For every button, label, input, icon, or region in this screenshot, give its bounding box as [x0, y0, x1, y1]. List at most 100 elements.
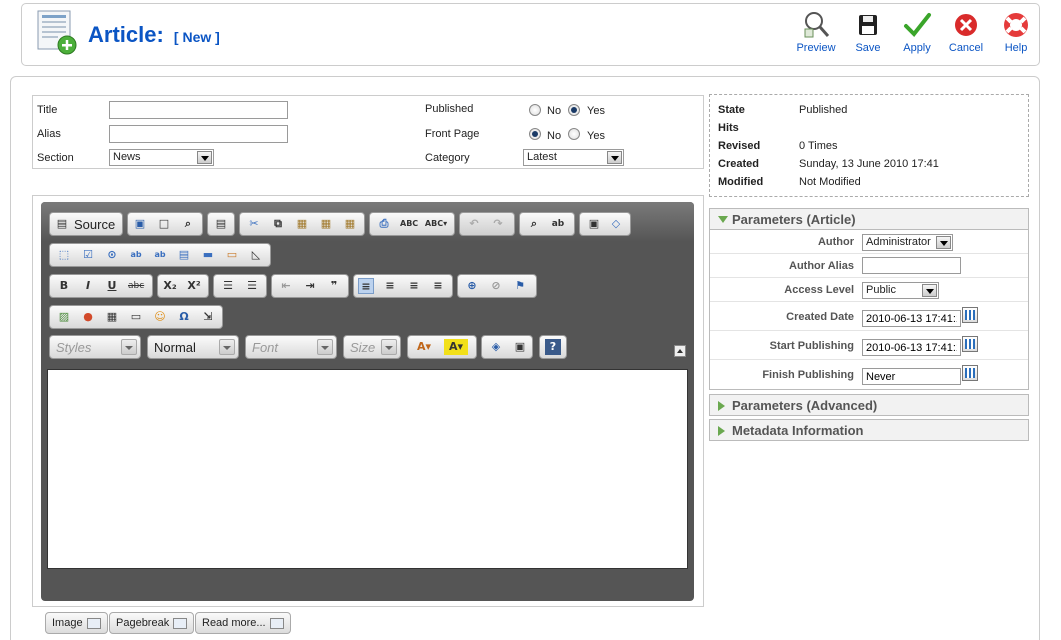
- size-combo[interactable]: Size: [343, 335, 401, 359]
- insert-image-button[interactable]: Image: [45, 612, 108, 634]
- smiley-icon[interactable]: ☺: [152, 309, 168, 325]
- access-level-label: Access Level: [784, 284, 854, 296]
- blockquote-icon[interactable]: ❞: [326, 278, 342, 294]
- numbered-list-icon[interactable]: ☰: [220, 278, 236, 294]
- textfield-icon[interactable]: ab: [128, 247, 144, 263]
- spellcheck-as-you-type-icon[interactable]: ABC▾: [424, 216, 448, 232]
- chevron-down-icon: [607, 151, 622, 164]
- select-remove-group: ▣ ◇: [579, 212, 631, 236]
- save-icon[interactable]: ▣: [132, 216, 148, 232]
- radio-icon[interactable]: ⊙: [104, 247, 120, 263]
- author-alias-field[interactable]: [862, 257, 961, 274]
- paste-icon[interactable]: ▦: [294, 216, 310, 232]
- font-combo[interactable]: Font: [245, 335, 337, 359]
- params-advanced-header[interactable]: Parameters (Advanced): [709, 394, 1029, 416]
- link-icon[interactable]: ⊕: [464, 278, 480, 294]
- section-label: Section: [37, 152, 74, 164]
- about-button[interactable]: ?: [539, 335, 567, 359]
- copy-icon[interactable]: ⧉: [270, 216, 286, 232]
- table-icon[interactable]: ▦: [104, 309, 120, 325]
- image-icon[interactable]: ▨: [56, 309, 72, 325]
- show-blocks-icon[interactable]: ▣: [512, 339, 528, 355]
- underline-icon[interactable]: U: [104, 278, 120, 294]
- print-icon[interactable]: ⎙: [376, 216, 392, 232]
- calendar-icon[interactable]: [962, 365, 978, 381]
- strikethrough-icon[interactable]: abc: [128, 278, 144, 294]
- start-publishing-field[interactable]: [862, 339, 961, 356]
- params-article-header[interactable]: Parameters (Article): [709, 208, 1029, 230]
- templates-button[interactable]: ▤: [207, 212, 235, 236]
- pagebreak-button[interactable]: Pagebreak: [109, 612, 195, 634]
- subscript-icon[interactable]: X₂: [162, 278, 178, 294]
- metadata-header[interactable]: Metadata Information: [709, 419, 1029, 441]
- apply-button[interactable]: Apply: [893, 10, 941, 62]
- replace-icon[interactable]: ab: [550, 216, 566, 232]
- alias-field[interactable]: [109, 125, 288, 143]
- anchor-flag-icon[interactable]: ⚑: [512, 278, 528, 294]
- author-label: Author: [817, 236, 854, 248]
- preview-button[interactable]: Preview: [792, 10, 840, 62]
- page-break-icon[interactable]: ⇲: [200, 309, 216, 325]
- preview-icon[interactable]: ⌕: [180, 216, 196, 232]
- image-button-icon[interactable]: ▭: [224, 247, 240, 263]
- calendar-icon[interactable]: [962, 307, 978, 323]
- modified-value: Not Modified: [799, 176, 861, 188]
- cut-icon[interactable]: ✂: [246, 216, 262, 232]
- hidden-field-icon[interactable]: ◺: [248, 247, 264, 263]
- italic-icon[interactable]: I: [80, 278, 96, 294]
- button-field-icon[interactable]: ▬: [200, 247, 216, 263]
- frontpage-yes-radio[interactable]: [568, 128, 580, 140]
- category-select[interactable]: Latest: [523, 149, 624, 166]
- checkbox-icon[interactable]: ☑: [80, 247, 96, 263]
- text-color-icon[interactable]: A▾: [412, 339, 436, 355]
- eraser-icon[interactable]: ◇: [608, 216, 624, 232]
- bulleted-list-icon[interactable]: ☰: [244, 278, 260, 294]
- align-left-icon[interactable]: ≡: [358, 278, 374, 294]
- outdent-icon[interactable]: ⇤: [278, 278, 294, 294]
- pagebreak-icon: [173, 617, 188, 629]
- section-select[interactable]: News: [109, 149, 214, 166]
- format-combo[interactable]: Normal: [147, 335, 239, 359]
- paste-text-icon[interactable]: ▦: [318, 216, 334, 232]
- bold-icon[interactable]: B: [56, 278, 72, 294]
- form-icon[interactable]: ⬚: [56, 247, 72, 263]
- indent-icon[interactable]: ⇥: [302, 278, 318, 294]
- frontpage-no-radio[interactable]: [529, 128, 541, 140]
- published-yes-radio[interactable]: [568, 104, 580, 116]
- undo-icon[interactable]: ↶: [466, 216, 482, 232]
- paste-word-icon[interactable]: ▦: [342, 216, 358, 232]
- collapse-toolbar-icon[interactable]: [674, 345, 686, 357]
- textarea-icon[interactable]: ab: [152, 247, 168, 263]
- superscript-icon[interactable]: X²: [186, 278, 202, 294]
- justify-icon[interactable]: ≡: [430, 278, 446, 294]
- background-color-icon[interactable]: A▾: [444, 339, 468, 355]
- flash-icon[interactable]: ●: [80, 309, 96, 325]
- spellcheck-icon[interactable]: ABC: [400, 216, 418, 232]
- redo-icon[interactable]: ↷: [490, 216, 506, 232]
- maximize-icon[interactable]: ◈: [488, 339, 504, 355]
- access-level-select[interactable]: Public: [862, 282, 939, 299]
- created-date-label: Created Date: [786, 311, 854, 323]
- align-right-icon[interactable]: ≡: [406, 278, 422, 294]
- author-select[interactable]: Administrator: [862, 234, 953, 251]
- editor-content-area[interactable]: [47, 369, 688, 569]
- unlink-icon[interactable]: ⊘: [488, 278, 504, 294]
- save-button[interactable]: Save: [844, 10, 892, 62]
- created-date-field[interactable]: [862, 310, 961, 327]
- calendar-icon[interactable]: [962, 336, 978, 352]
- source-button[interactable]: ▤ Source: [49, 212, 123, 236]
- find-icon[interactable]: ⌕: [526, 216, 542, 232]
- help-button[interactable]: Help: [992, 10, 1040, 62]
- finish-publishing-field[interactable]: [862, 368, 961, 385]
- align-center-icon[interactable]: ≡: [382, 278, 398, 294]
- new-page-icon[interactable]: □: [156, 216, 172, 232]
- special-char-icon[interactable]: Ω: [176, 309, 192, 325]
- select-field-icon[interactable]: ▤: [176, 247, 192, 263]
- title-field[interactable]: [109, 101, 288, 119]
- cancel-button[interactable]: Cancel: [942, 10, 990, 62]
- select-all-icon[interactable]: ▣: [586, 216, 602, 232]
- published-no-radio[interactable]: [529, 104, 541, 116]
- readmore-button[interactable]: Read more...: [195, 612, 291, 634]
- styles-combo[interactable]: Styles: [49, 335, 141, 359]
- horizontal-rule-icon[interactable]: ▭: [128, 309, 144, 325]
